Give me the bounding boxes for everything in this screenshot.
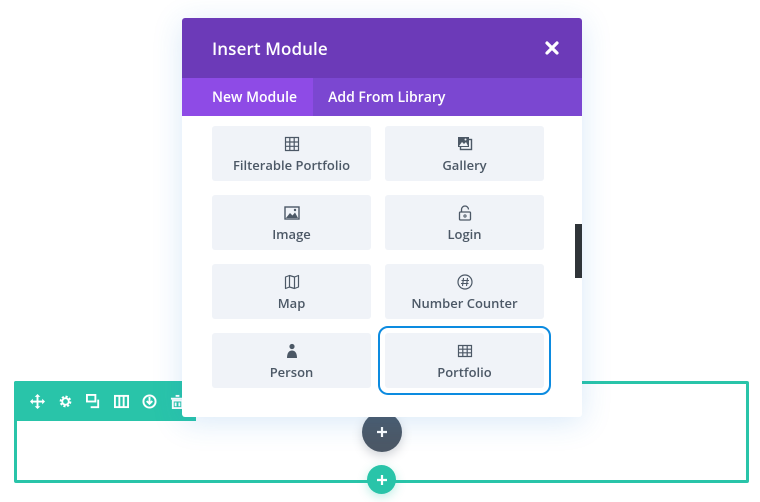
modal-title: Insert Module [212,36,328,60]
save-icon[interactable] [140,392,158,410]
plus-icon [377,427,387,437]
move-icon[interactable] [28,392,46,410]
tab-add-from-library[interactable]: Add From Library [313,78,460,116]
module-grid: Filterable Portfolio Gallery Image Login… [212,126,551,395]
module-label: Person [269,362,314,381]
module-label: Login [447,224,482,243]
modal-tabs: New Module Add From Library [182,78,582,116]
columns-icon[interactable] [112,392,130,410]
add-row-button[interactable] [367,465,396,494]
module-label: Image [272,224,311,243]
gallery-icon [457,134,473,152]
modal-scrollbar[interactable] [575,224,582,278]
modal-header: Insert Module [182,18,582,78]
module-map[interactable]: Map [212,264,371,319]
duplicate-icon[interactable] [84,392,102,410]
grid-icon [457,341,473,359]
module-label: Map [277,293,306,312]
person-icon [284,341,300,359]
module-portfolio[interactable]: Portfolio [378,326,551,395]
hash-icon [456,272,473,290]
module-image[interactable]: Image [212,195,371,250]
module-login[interactable]: Login [385,195,544,250]
module-filterable-portfolio[interactable]: Filterable Portfolio [212,126,371,181]
close-icon [545,41,559,55]
map-icon [284,272,300,290]
row-toolbar [14,381,196,421]
module-person[interactable]: Person [212,333,371,388]
grid-icon [284,134,300,152]
plus-icon [376,474,387,485]
insert-module-modal: Insert Module New Module Add From Librar… [182,18,582,417]
add-module-button[interactable] [362,412,402,452]
module-label: Gallery [442,155,487,174]
module-label: Number Counter [411,293,518,312]
close-button[interactable] [544,40,560,56]
image-icon [283,203,300,221]
lock-open-icon [457,203,473,221]
tab-new-module[interactable]: New Module [182,78,314,116]
module-label: Filterable Portfolio [232,155,351,174]
module-number-counter[interactable]: Number Counter [385,264,544,319]
module-gallery[interactable]: Gallery [385,126,544,181]
gear-icon[interactable] [56,392,74,410]
module-label: Portfolio [437,362,492,381]
